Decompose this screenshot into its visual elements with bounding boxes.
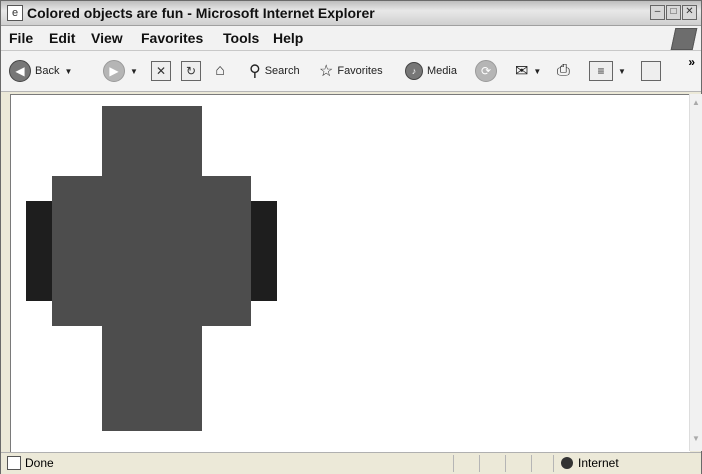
menu-help[interactable]: Help — [273, 30, 303, 46]
refresh-icon: ↻ — [181, 61, 201, 81]
menu-view[interactable]: View — [91, 30, 123, 46]
favorites-button[interactable]: ☆ Favorites — [319, 57, 383, 85]
security-zone[interactable]: Internet — [561, 456, 619, 470]
home-icon: ⌂ — [215, 62, 225, 79]
forward-arrow-icon: ▶ — [103, 60, 125, 82]
windows-logo-icon — [670, 28, 698, 50]
status-bar: Done Internet — [1, 452, 701, 474]
media-label: Media — [427, 65, 457, 77]
refresh-button[interactable]: ↻ — [181, 57, 201, 85]
star-icon: ☆ — [319, 63, 334, 80]
search-button[interactable]: ⚲ Search — [249, 57, 300, 85]
forward-button[interactable]: ▶ ▼ — [103, 57, 138, 85]
media-button[interactable]: ♪ Media — [405, 57, 457, 85]
mail-dropdown-icon[interactable]: ▼ — [533, 67, 541, 76]
close-button[interactable]: ✕ — [682, 5, 697, 20]
discuss-icon — [641, 61, 661, 81]
media-icon: ♪ — [405, 62, 423, 80]
title-bar[interactable]: e Colored objects are fun - Microsoft In… — [1, 1, 701, 26]
mail-icon: ✉ — [515, 63, 529, 80]
forward-dropdown-icon[interactable]: ▼ — [130, 67, 138, 76]
back-button[interactable]: ◀ Back ▼ — [9, 57, 72, 85]
discuss-button[interactable] — [641, 57, 661, 85]
printer-icon: ⎙ — [557, 62, 570, 79]
left-black-block — [26, 201, 52, 301]
search-label: Search — [264, 65, 300, 77]
history-button[interactable]: ⟳ — [475, 57, 497, 85]
menu-tools[interactable]: Tools — [223, 30, 259, 46]
toolbar-overflow-icon[interactable]: » — [688, 55, 695, 69]
caption-buttons: – □ ✕ — [650, 5, 697, 20]
menu-bar: File Edit View Favorites Tools Help — [1, 26, 701, 51]
back-arrow-icon: ◀ — [9, 60, 31, 82]
right-black-block — [251, 201, 277, 301]
top-gray-block — [102, 106, 202, 431]
status-divider — [479, 455, 480, 472]
minimize-button[interactable]: – — [650, 5, 665, 20]
menu-edit[interactable]: Edit — [49, 30, 75, 46]
ie-page-icon: e — [7, 5, 23, 21]
status-divider — [531, 455, 532, 472]
window-title: Colored objects are fun - Microsoft Inte… — [27, 5, 375, 21]
status-divider — [505, 455, 506, 472]
edit-button[interactable]: ≡ ▼ — [589, 57, 626, 85]
stop-icon: ✕ — [151, 61, 171, 81]
maximize-button[interactable]: □ — [666, 5, 681, 20]
standard-toolbar: ◀ Back ▼ ▶ ▼ ✕ ↻ ⌂ ⚲ Search ☆ Favorites … — [1, 51, 701, 92]
menu-favorites[interactable]: Favorites — [141, 30, 203, 46]
globe-icon — [561, 457, 573, 469]
browser-window: e Colored objects are fun - Microsoft In… — [0, 0, 702, 474]
favorites-label: Favorites — [337, 65, 383, 77]
stop-button[interactable]: ✕ — [151, 57, 171, 85]
scroll-down-icon[interactable]: ▼ — [691, 434, 701, 444]
menu-file[interactable]: File — [9, 30, 33, 46]
back-label: Back — [35, 65, 60, 77]
status-divider — [453, 455, 454, 472]
search-icon: ⚲ — [249, 63, 261, 80]
edit-page-icon: ≡ — [589, 61, 613, 81]
mail-button[interactable]: ✉ ▼ — [515, 57, 541, 85]
zone-label: Internet — [578, 456, 619, 470]
edit-dropdown-icon[interactable]: ▼ — [618, 67, 626, 76]
status-divider — [553, 455, 554, 472]
page-status-icon — [7, 456, 21, 470]
page-content — [10, 94, 690, 452]
home-button[interactable]: ⌂ — [211, 57, 229, 85]
back-dropdown-icon[interactable]: ▼ — [64, 67, 72, 76]
history-icon: ⟳ — [475, 60, 497, 82]
scroll-up-icon[interactable]: ▲ — [691, 98, 701, 108]
print-button[interactable]: ⎙ — [557, 57, 570, 85]
status-text: Done — [25, 456, 54, 470]
status-text-area: Done — [7, 456, 54, 470]
vertical-scrollbar[interactable]: ▲ ▼ — [689, 94, 702, 451]
